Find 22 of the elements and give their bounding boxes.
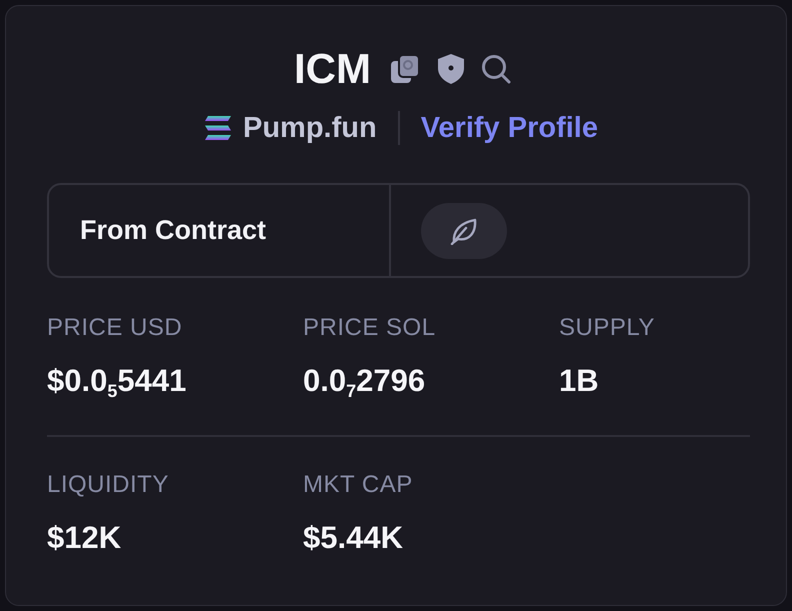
stat-value: 0.0$_{7}$2796 [303, 362, 426, 401]
search-button[interactable] [481, 54, 511, 84]
token-symbol: ICM [294, 44, 371, 94]
copy-button[interactable] [389, 53, 421, 85]
stat-label: MKT CAP [303, 470, 413, 500]
stat-label: PRICE SOL [303, 313, 436, 343]
stat-label: PRICE USD [47, 313, 182, 343]
stat-value: $0.0$_{5}$5441 [47, 362, 186, 401]
search-icon [481, 54, 511, 84]
shield-button[interactable] [437, 53, 465, 85]
contract-label: From Contract [80, 215, 266, 246]
platform-name: Pump.fun [242, 111, 377, 146]
solana-stripes-icon [204, 116, 231, 140]
shield-icon [437, 53, 465, 85]
stat-value: $12K [47, 519, 122, 557]
stat-value: $5.44K [303, 519, 403, 557]
verify-profile-link[interactable]: Verify Profile [420, 108, 598, 148]
leaf-icon [450, 216, 478, 244]
stat-label: SUPPLY [559, 313, 655, 343]
stat-value: 1B [559, 362, 599, 400]
stat-label: LIQUIDITY [47, 470, 169, 500]
copy-icon [389, 53, 421, 85]
